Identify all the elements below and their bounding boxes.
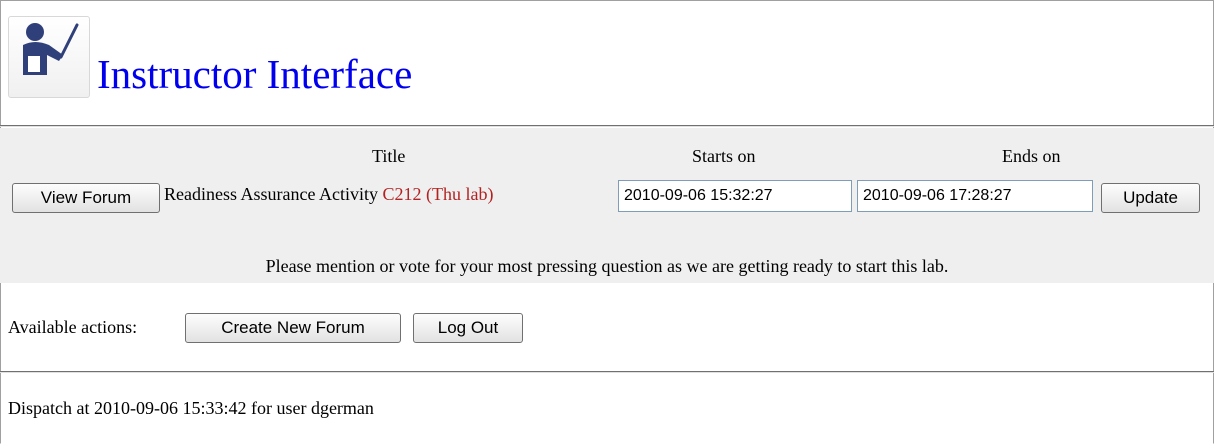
column-header-starts-on: Starts on (692, 146, 756, 166)
forum-description: Please mention or vote for your most pre… (265, 256, 949, 276)
available-actions-label: Available actions: (8, 317, 138, 337)
page-header: Instructor Interface (0, 0, 1214, 124)
log-out-button[interactable]: Log Out (413, 313, 523, 343)
forum-title: Readiness Assurance Activity C212 (Thu l… (164, 184, 493, 205)
page-title: Instructor Interface (97, 51, 413, 97)
column-header-ends-on: Ends on (1002, 146, 1061, 166)
view-forum-button[interactable]: View Forum (12, 183, 160, 213)
dispatch-status: Dispatch at 2010-09-06 15:33:42 for user… (8, 398, 374, 418)
ends-on-field[interactable] (857, 180, 1093, 212)
forum-title-text: Readiness Assurance Activity (164, 184, 378, 204)
divider-top (0, 125, 1214, 127)
divider-bottom (0, 371, 1214, 373)
starts-on-field[interactable] (618, 180, 852, 212)
create-new-forum-button[interactable]: Create New Forum (185, 313, 401, 343)
column-header-title: Title (372, 146, 406, 166)
forum-course-label: C212 (Thu lab) (382, 184, 494, 204)
instructor-pointer-icon (8, 16, 90, 98)
update-button[interactable]: Update (1101, 183, 1200, 213)
